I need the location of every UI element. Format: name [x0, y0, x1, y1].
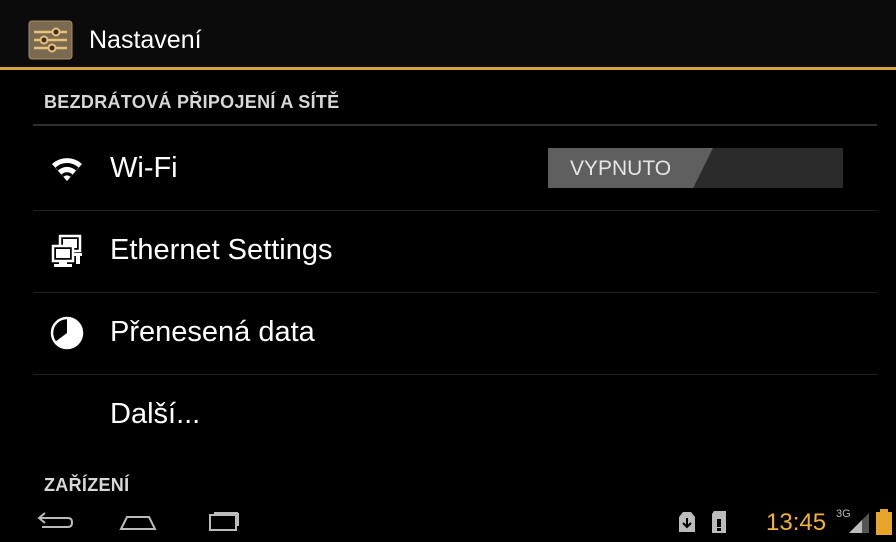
system-navigation-bar: 13:45 3G — [0, 503, 896, 542]
data-usage-label: Přenesená data — [110, 316, 315, 348]
sd-card-icon — [710, 510, 728, 539]
wifi-icon — [49, 151, 85, 187]
data-usage-icon — [49, 315, 85, 351]
wifi-label: Wi-Fi — [110, 152, 178, 184]
ethernet-icon — [49, 233, 85, 269]
back-icon[interactable] — [32, 509, 78, 537]
ethernet-label: Ethernet Settings — [110, 234, 333, 266]
signal-3g-icon — [848, 510, 870, 539]
battery-icon — [876, 509, 892, 540]
section-header-wireless: BEZDRÁTOVÁ PŘIPOJENÍ A SÍTĚ — [44, 92, 340, 112]
more-label: Další... — [110, 398, 201, 430]
status-clock: 13:45 — [766, 509, 827, 536]
settings-item-data-usage[interactable]: Přenesená data — [33, 293, 877, 374]
settings-item-more[interactable]: Další... — [33, 375, 877, 456]
toggle-state-label: VYPNUTO — [570, 157, 672, 180]
settings-item-wifi[interactable]: Wi-Fi VYPNUTO — [33, 129, 877, 210]
wifi-toggle[interactable]: VYPNUTO — [548, 148, 843, 188]
page-title: Nastavení — [89, 26, 202, 54]
home-icon[interactable] — [115, 509, 161, 537]
settings-sliders-icon[interactable] — [28, 20, 73, 60]
section-divider — [33, 124, 877, 126]
section-header-device: ZAŘÍZENÍ — [44, 475, 130, 495]
action-bar: Nastavení — [0, 0, 896, 70]
recent-apps-icon[interactable] — [200, 509, 246, 537]
download-icon — [677, 510, 697, 539]
settings-item-ethernet[interactable]: Ethernet Settings — [33, 211, 877, 292]
